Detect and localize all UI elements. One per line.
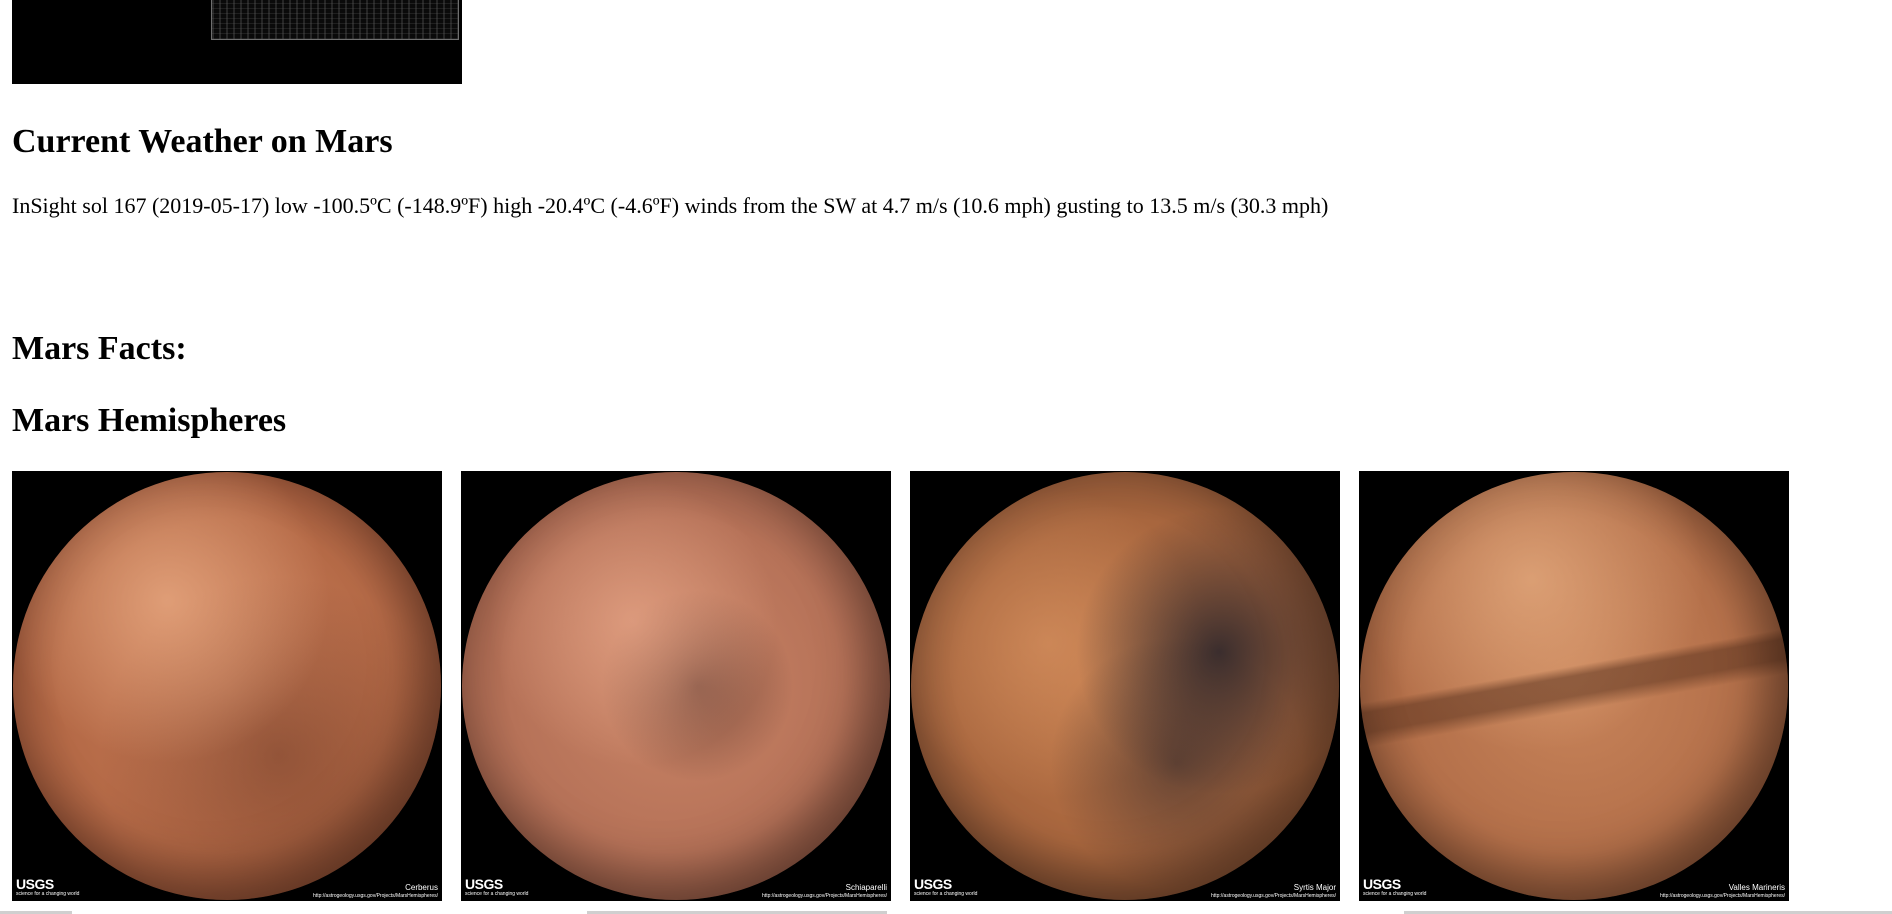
hemisphere-title: Syrtis Major bbox=[1293, 883, 1336, 892]
hemisphere-title: Schiaparelli bbox=[845, 883, 887, 892]
mars-globe bbox=[13, 472, 441, 900]
mars-globe bbox=[1360, 472, 1788, 900]
usgs-logo-tagline: science for a changing world bbox=[465, 891, 529, 897]
featured-image-inset bbox=[211, 0, 459, 40]
usgs-logo-tagline: science for a changing world bbox=[914, 891, 978, 897]
usgs-logo-text: USGS bbox=[914, 876, 952, 892]
hemisphere-credit-url: http://astrogeology.usgs.gov/Projects/Ma… bbox=[1660, 893, 1785, 899]
featured-image[interactable] bbox=[12, 0, 462, 84]
usgs-logo-text: USGS bbox=[1363, 876, 1401, 892]
hemispheres-heading: Mars Hemispheres bbox=[12, 402, 287, 439]
hemisphere-credit-url: http://astrogeology.usgs.gov/Projects/Ma… bbox=[313, 893, 438, 899]
hemisphere-image-schiaparelli[interactable]: USGS science for a changing world Schiap… bbox=[461, 471, 891, 901]
weather-report: InSight sol 167 (2019-05-17) low -100.5º… bbox=[12, 193, 1329, 218]
mars-globe bbox=[462, 472, 890, 900]
hemisphere-image-cerberus[interactable]: USGS science for a changing world Cerber… bbox=[12, 471, 442, 901]
hemisphere-title: Cerberus bbox=[405, 883, 438, 892]
hemisphere-credit-url: http://astrogeology.usgs.gov/Projects/Ma… bbox=[762, 893, 887, 899]
weather-heading: Current Weather on Mars bbox=[12, 123, 393, 160]
usgs-logo: USGS science for a changing world bbox=[1363, 877, 1426, 897]
usgs-logo-text: USGS bbox=[465, 876, 503, 892]
hemisphere-credit-url: http://astrogeology.usgs.gov/Projects/Ma… bbox=[1211, 893, 1336, 899]
usgs-logo-text: USGS bbox=[16, 876, 54, 892]
hemispheres-gallery: USGS science for a changing world Cerber… bbox=[12, 471, 1892, 901]
usgs-logo: USGS science for a changing world bbox=[465, 877, 528, 897]
usgs-logo: USGS science for a changing world bbox=[914, 877, 977, 897]
usgs-logo-tagline: science for a changing world bbox=[1363, 891, 1427, 897]
hemisphere-image-valles-marineris[interactable]: USGS science for a changing world Valles… bbox=[1359, 471, 1789, 901]
hemisphere-image-syrtis-major[interactable]: USGS science for a changing world Syrtis… bbox=[910, 471, 1340, 901]
usgs-logo-tagline: science for a changing world bbox=[16, 891, 80, 897]
page: Current Weather on Mars InSight sol 167 … bbox=[0, 0, 1892, 914]
usgs-logo: USGS science for a changing world bbox=[16, 877, 79, 897]
facts-heading: Mars Facts: bbox=[12, 330, 187, 367]
mars-globe bbox=[911, 472, 1339, 900]
hemisphere-title: Valles Marineris bbox=[1728, 883, 1785, 892]
